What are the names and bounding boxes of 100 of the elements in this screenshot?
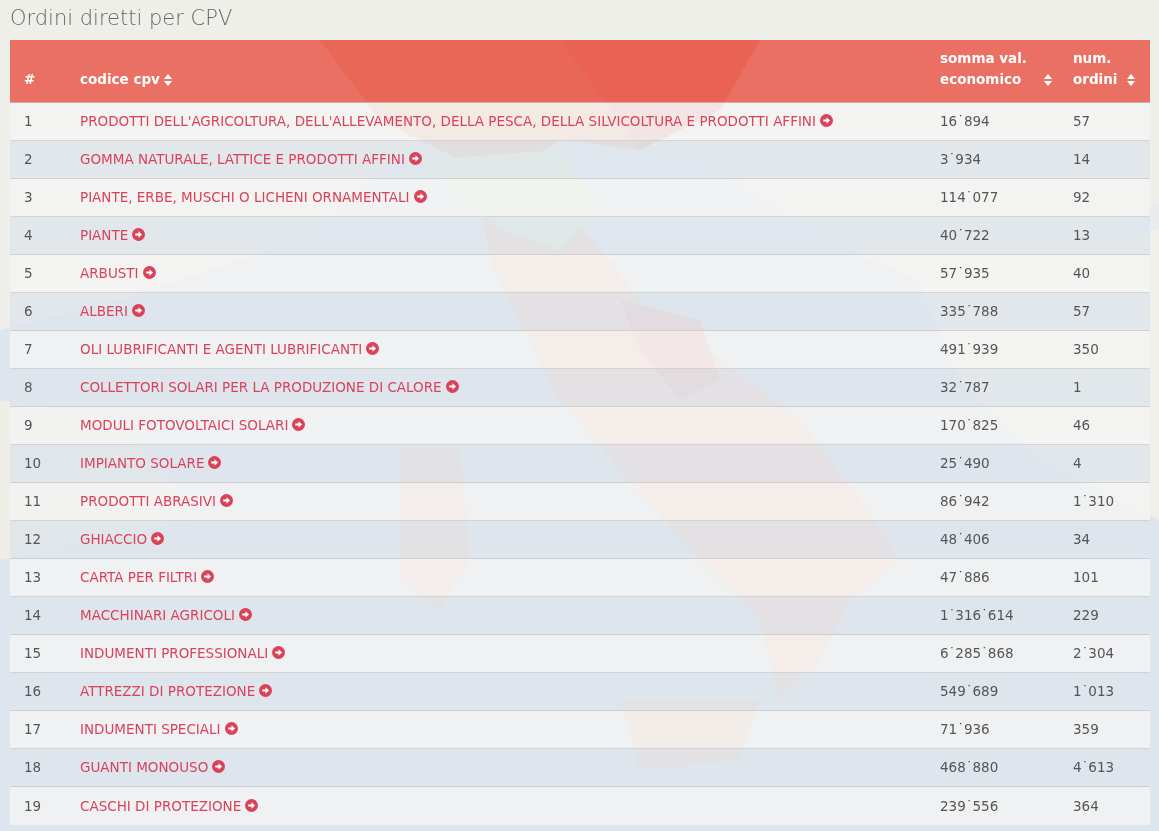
table-cell: 13 <box>24 569 42 586</box>
table-cell: 10 <box>24 455 42 472</box>
table-cell: 46 <box>1073 417 1091 434</box>
arrow-circle-icon[interactable] <box>819 114 833 128</box>
arrow-circle-icon[interactable] <box>413 190 427 204</box>
table-cell: 1˙013 <box>1073 683 1115 700</box>
table-cell: 92 <box>1073 189 1091 206</box>
sort-icon[interactable] <box>1127 74 1135 86</box>
table-cell: 57 <box>1073 113 1091 130</box>
cpv-link[interactable]: GUANTI MONOUSO <box>80 759 209 776</box>
table-cell: 3˙934 <box>940 151 982 168</box>
table-cell: 16 <box>24 683 42 700</box>
column-header[interactable]: codice cpv <box>80 71 160 87</box>
cpv-link[interactable]: IMPIANTO SOLARE <box>80 455 205 472</box>
table-cell: 32˙787 <box>940 379 990 396</box>
table-cell: 71˙936 <box>940 721 990 738</box>
cpv-link[interactable]: INDUMENTI SPECIALI <box>80 721 221 738</box>
arrow-circle-icon[interactable] <box>292 418 306 432</box>
cpv-link[interactable]: COLLETTORI SOLARI PER LA PRODUZIONE DI CALORE <box>80 379 442 396</box>
table-cell: 364 <box>1073 797 1099 814</box>
arrow-circle-icon[interactable] <box>220 494 234 508</box>
cpv-link[interactable]: CASCHI DI PROTEZIONE <box>80 797 242 814</box>
arrow-circle-icon[interactable] <box>201 570 215 584</box>
cpv-link[interactable]: GOMMA NATURALE, LATTICE E PRODOTTI AFFINI <box>80 151 405 168</box>
table-cell: 15 <box>24 645 42 662</box>
table-cell: 170˙825 <box>940 417 999 434</box>
cpv-link[interactable]: CARTA PER FILTRI <box>80 569 198 586</box>
table-cell: 491˙939 <box>940 341 999 358</box>
arrow-circle-icon[interactable] <box>445 380 459 394</box>
arrow-circle-icon[interactable] <box>212 760 226 774</box>
table-cell: 549˙689 <box>940 683 999 700</box>
arrow-circle-icon[interactable] <box>259 684 273 698</box>
arrow-circle-icon[interactable] <box>151 532 165 546</box>
table-cell: 8 <box>24 379 33 396</box>
table-cell: 239˙556 <box>940 797 999 814</box>
cpv-link[interactable]: PIANTE, ERBE, MUSCHI O LICHENI ORNAMENTALI <box>80 189 410 206</box>
table-cell: 13 <box>1073 227 1091 244</box>
table-cell: 14 <box>1073 151 1091 168</box>
arrow-circle-icon[interactable] <box>272 646 286 660</box>
table-cell: 335˙788 <box>940 303 999 320</box>
table-cell: 48˙406 <box>940 531 990 548</box>
arrow-circle-icon[interactable] <box>132 228 146 242</box>
arrow-circle-icon[interactable] <box>366 342 380 356</box>
table-cell: 5 <box>24 265 33 282</box>
cpv-link[interactable]: INDUMENTI PROFESSIONALI <box>80 645 269 662</box>
cpv-link[interactable]: ATTREZZI DI PROTEZIONE <box>80 683 256 700</box>
table-cell: 11 <box>24 493 42 510</box>
table-cell: 359 <box>1073 721 1099 738</box>
cpv-link[interactable]: MODULI FOTOVOLTAICI SOLARI <box>80 417 289 434</box>
table-cell: 12 <box>24 531 42 548</box>
table-cell: 17 <box>24 721 42 738</box>
table-cell: 1 <box>1073 379 1082 396</box>
cpv-link[interactable]: PRODOTTI ABRASIVI <box>80 493 217 510</box>
sort-icon[interactable] <box>1044 74 1052 86</box>
cpv-link[interactable]: ARBUSTI <box>80 265 139 282</box>
table-cell: 18 <box>24 759 42 776</box>
arrow-circle-icon[interactable] <box>408 152 422 166</box>
cpv-link[interactable]: GHIACCIO <box>80 531 148 548</box>
table-cell: 14 <box>24 607 42 624</box>
column-header: # <box>24 71 36 87</box>
arrow-circle-icon[interactable] <box>142 266 156 280</box>
table-cell: 1 <box>24 113 33 130</box>
table-cell: 19 <box>24 797 42 814</box>
table-cell: 40 <box>1073 265 1091 282</box>
table-cell: 34 <box>1073 531 1091 548</box>
cpv-link[interactable]: OLI LUBRIFICANTI E AGENTI LUBRIFICANTI <box>80 341 363 358</box>
table-cell: 4˙613 <box>1073 759 1115 776</box>
table-cell: 101 <box>1073 569 1099 586</box>
cpv-link[interactable]: MACCHINARI AGRICOLI <box>80 607 235 624</box>
table-cell: 4 <box>24 227 33 244</box>
table-cell: 2˙304 <box>1073 645 1115 662</box>
arrow-circle-icon[interactable] <box>245 798 259 812</box>
table-cell: 6˙285˙868 <box>940 645 1014 662</box>
table-cell: 3 <box>24 189 33 206</box>
table-cell: 25˙490 <box>940 455 990 472</box>
arrow-circle-icon[interactable] <box>131 304 145 318</box>
table-cell: 4 <box>1073 455 1082 472</box>
sort-icon[interactable] <box>163 74 172 86</box>
page-title: Ordini diretti per CPV <box>10 5 234 32</box>
table-cell: 350 <box>1073 341 1099 358</box>
table-cell: 86˙942 <box>940 493 990 510</box>
table-cell: 114˙077 <box>940 189 999 206</box>
table-cell: 57˙935 <box>940 265 990 282</box>
table-cell: 40˙722 <box>940 227 990 244</box>
table-cell: 57 <box>1073 303 1091 320</box>
table-cell: 1˙316˙614 <box>940 607 1014 624</box>
arrow-circle-icon[interactable] <box>224 722 238 736</box>
arrow-circle-icon[interactable] <box>239 608 252 622</box>
table-cell: 47˙886 <box>940 569 990 586</box>
table-cell: 229 <box>1073 607 1099 624</box>
cpv-link[interactable]: ALBERI <box>80 303 128 320</box>
cpv-link[interactable]: PIANTE <box>80 227 129 244</box>
table-cell: 9 <box>24 417 33 434</box>
table-cell: 2 <box>24 151 33 168</box>
table-cell: 468˙880 <box>940 759 999 776</box>
arrow-circle-icon[interactable] <box>208 456 222 470</box>
table-cell: 16˙894 <box>940 113 990 130</box>
table-cell: 1˙310 <box>1073 493 1115 510</box>
table-cell: 6 <box>24 303 33 320</box>
table-cell: 7 <box>24 341 33 358</box>
